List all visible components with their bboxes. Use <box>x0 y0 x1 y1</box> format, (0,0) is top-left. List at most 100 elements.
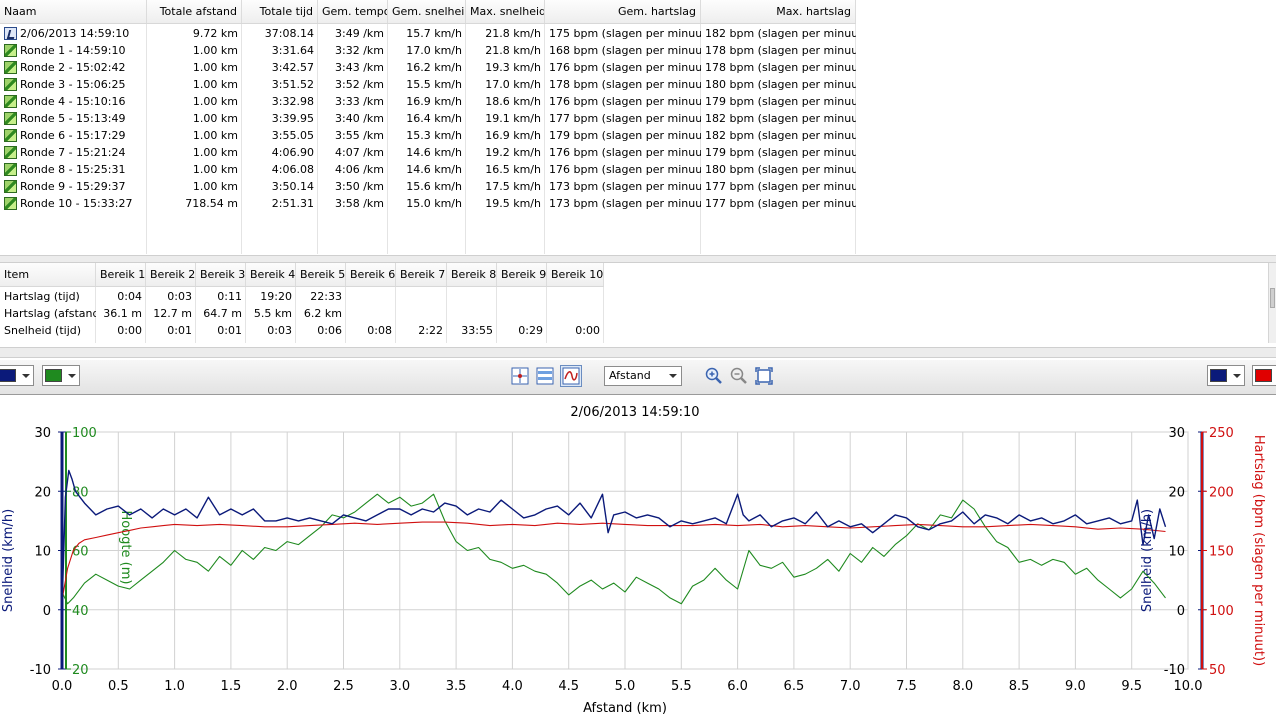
x-tick-label: 8.5 <box>1009 679 1030 694</box>
x-axis-select[interactable]: Afstand <box>604 366 682 386</box>
table-row[interactable]: Ronde 7 - 15:21:24 1.00 km 4:06.90 4:07 /km… <box>0 144 856 161</box>
elevation-color-picker[interactable] <box>42 365 80 386</box>
x-tick-label: 3.0 <box>389 679 410 694</box>
table-cell: 21.8 km/h <box>485 27 541 40</box>
fit-button[interactable] <box>753 365 775 387</box>
table-cell: 16.5 km/h <box>485 163 541 176</box>
smooth-button[interactable] <box>560 365 582 387</box>
lap-icon <box>4 163 17 176</box>
laps-col-header[interactable]: Gem. snelheid <box>388 0 466 23</box>
table-cell: 0:00 <box>117 324 142 337</box>
zones-col-header[interactable]: Bereik 2 <box>146 263 196 286</box>
zones-col-header[interactable]: Bereik 4 <box>246 263 296 286</box>
table-row[interactable]: Ronde 10 - 15:33:27 718.54 m 2:51.31 3:58 /… <box>0 195 856 212</box>
table-cell: 3:49 /km <box>335 27 384 40</box>
elevation-tick-label: 100 <box>72 426 97 441</box>
table-cell: 179 bpm (slagen per minuut) <box>549 129 701 142</box>
table-cell: 0:06 <box>317 324 342 337</box>
laps-col-header[interactable]: Max. snelheid <box>466 0 545 23</box>
table-cell: 16.9 km/h <box>406 95 462 108</box>
laps-header: Naam Totale afstand Totale tijd Gem. tempo G… <box>0 0 856 24</box>
zones-col-header[interactable]: Bereik 9 <box>497 263 547 286</box>
zones-col-header[interactable]: Bereik 5 <box>296 263 346 286</box>
table-cell: 1.00 km <box>192 95 238 108</box>
zones-col-header[interactable]: Bereik 6 <box>346 263 396 286</box>
table-cell: 36.1 m <box>103 307 142 320</box>
crosshair-button[interactable] <box>509 365 531 387</box>
x-tick-label: 0.0 <box>52 679 73 694</box>
heartrate-color-picker[interactable] <box>1252 365 1276 386</box>
table-cell: 1.00 km <box>192 112 238 125</box>
table-row[interactable]: Ronde 1 - 14:59:10 1.00 km 3:31.64 3:32 /km… <box>0 42 856 59</box>
table-cell: 178 bpm (slagen per minuut) <box>705 44 856 57</box>
table-row[interactable]: Ronde 9 - 15:29:37 1.00 km 3:50.14 3:50 /km… <box>0 178 856 195</box>
zones-col-header[interactable]: Bereik 3 <box>196 263 246 286</box>
table-row[interactable]: Hartslag (tijd) 0:04 0:03 0:11 19:20 22:33 <box>0 288 604 305</box>
table-row[interactable]: 2/06/2013 14:59:10 9.72 km 37:08.14 3:49 /k… <box>0 25 856 42</box>
table-row[interactable]: Snelheid (tijd) 0:00 0:01 0:01 0:03 0:06 0:08 2… <box>0 322 604 339</box>
heartrate-tick-label: 100 <box>1209 604 1234 619</box>
heartrate-axis-label: Hartslag (bpm (slagen per minuut)) <box>1251 435 1266 666</box>
lap-icon <box>4 78 17 91</box>
table-cell <box>547 288 604 305</box>
x-tick-label: 10.0 <box>1174 679 1203 694</box>
table-cell <box>447 288 497 305</box>
lap-icon <box>4 44 17 57</box>
zones-scrollbar[interactable] <box>1268 263 1276 343</box>
table-cell: 179 bpm (slagen per minuut) <box>705 146 856 159</box>
chevron-down-icon <box>22 374 30 378</box>
table-row[interactable]: Ronde 4 - 15:10:16 1.00 km 3:32.98 3:33 /km… <box>0 93 856 110</box>
laps-col-header[interactable]: Totale tijd <box>242 0 318 23</box>
table-cell: 3:32.98 <box>271 95 314 108</box>
chart-title: 2/06/2013 14:59:10 <box>570 405 699 420</box>
zones-col-header[interactable]: Bereik 7 <box>396 263 447 286</box>
bands-button[interactable] <box>534 365 556 387</box>
lap-icon <box>4 129 17 142</box>
table-cell: 4:06.90 <box>271 146 314 159</box>
elevation-tick-label: 40 <box>72 604 89 619</box>
table-cell: 3:39.95 <box>271 112 314 125</box>
table-row[interactable]: Ronde 6 - 15:17:29 1.00 km 3:55.05 3:55 /km… <box>0 127 856 144</box>
splitter-top[interactable] <box>0 255 1276 263</box>
table-cell: 17.0 km/h <box>406 44 462 57</box>
zoom-in-button[interactable] <box>703 365 725 387</box>
x-tick-label: 9.5 <box>1121 679 1142 694</box>
table-cell: 19.2 km/h <box>485 146 541 159</box>
speed-color-picker[interactable] <box>0 365 34 386</box>
table-cell: 0:00 <box>575 324 600 337</box>
table-row[interactable]: Ronde 2 - 15:02:42 1.00 km 3:42.57 3:43 /km… <box>0 59 856 76</box>
zones-col-header[interactable]: Bereik 8 <box>447 263 497 286</box>
x-tick-label: 8.0 <box>952 679 973 694</box>
zone-item-label: Hartslag (afstand) <box>4 307 96 320</box>
speed-tick-label: 10 <box>34 545 51 560</box>
laps-col-header[interactable]: Totale afstand <box>147 0 242 23</box>
table-row[interactable]: Ronde 5 - 15:13:49 1.00 km 3:39.95 3:40 /km… <box>0 110 856 127</box>
laps-col-header[interactable]: Naam <box>0 0 147 23</box>
table-cell: 176 bpm (slagen per minuut) <box>549 163 701 176</box>
x-tick-label: 6.5 <box>784 679 805 694</box>
lap-name: Ronde 6 - 15:17:29 <box>0 127 147 144</box>
laps-col-header[interactable]: Gem. tempo <box>318 0 388 23</box>
zones-col-header[interactable]: Item <box>0 263 96 286</box>
zones-col-header[interactable]: Bereik 10 <box>547 263 604 286</box>
laps-col-header[interactable]: Max. hartslag <box>701 0 856 23</box>
chart-panel[interactable]: 2/06/2013 14:59:10 0.0 0.5 1.0 1.5 2.0 2.5 3.0 3… <box>0 397 1276 725</box>
zones-scroll-thumb[interactable] <box>1270 288 1275 308</box>
chevron-down-icon <box>669 374 677 378</box>
zoom-out-button[interactable] <box>728 365 750 387</box>
speed-right-color-picker[interactable] <box>1207 365 1245 386</box>
lap-name: Ronde 9 - 15:29:37 <box>0 178 147 195</box>
table-cell <box>396 305 447 322</box>
zones-col-header[interactable]: Bereik 1 <box>96 263 146 286</box>
chart-svg[interactable]: 2/06/2013 14:59:10 0.0 0.5 1.0 1.5 2.0 2.5 3.0 3… <box>0 397 1276 725</box>
table-cell: 3:55 /km <box>335 129 384 142</box>
table-row[interactable]: Ronde 8 - 15:25:31 1.00 km 4:06.08 4:06 /km… <box>0 161 856 178</box>
table-cell: 0:03 <box>267 324 292 337</box>
chevron-down-icon <box>1233 374 1241 378</box>
splitter-bottom[interactable] <box>0 347 1276 358</box>
laps-col-header[interactable]: Gem. hartslag <box>545 0 701 23</box>
table-cell: 15.6 km/h <box>406 180 462 193</box>
table-cell: 22:33 <box>310 290 342 303</box>
table-row[interactable]: Ronde 3 - 15:06:25 1.00 km 3:51.52 3:52 /km… <box>0 76 856 93</box>
table-row[interactable]: Hartslag (afstand) 36.1 m 12.7 m 64.7 m 5.5 … <box>0 305 604 322</box>
